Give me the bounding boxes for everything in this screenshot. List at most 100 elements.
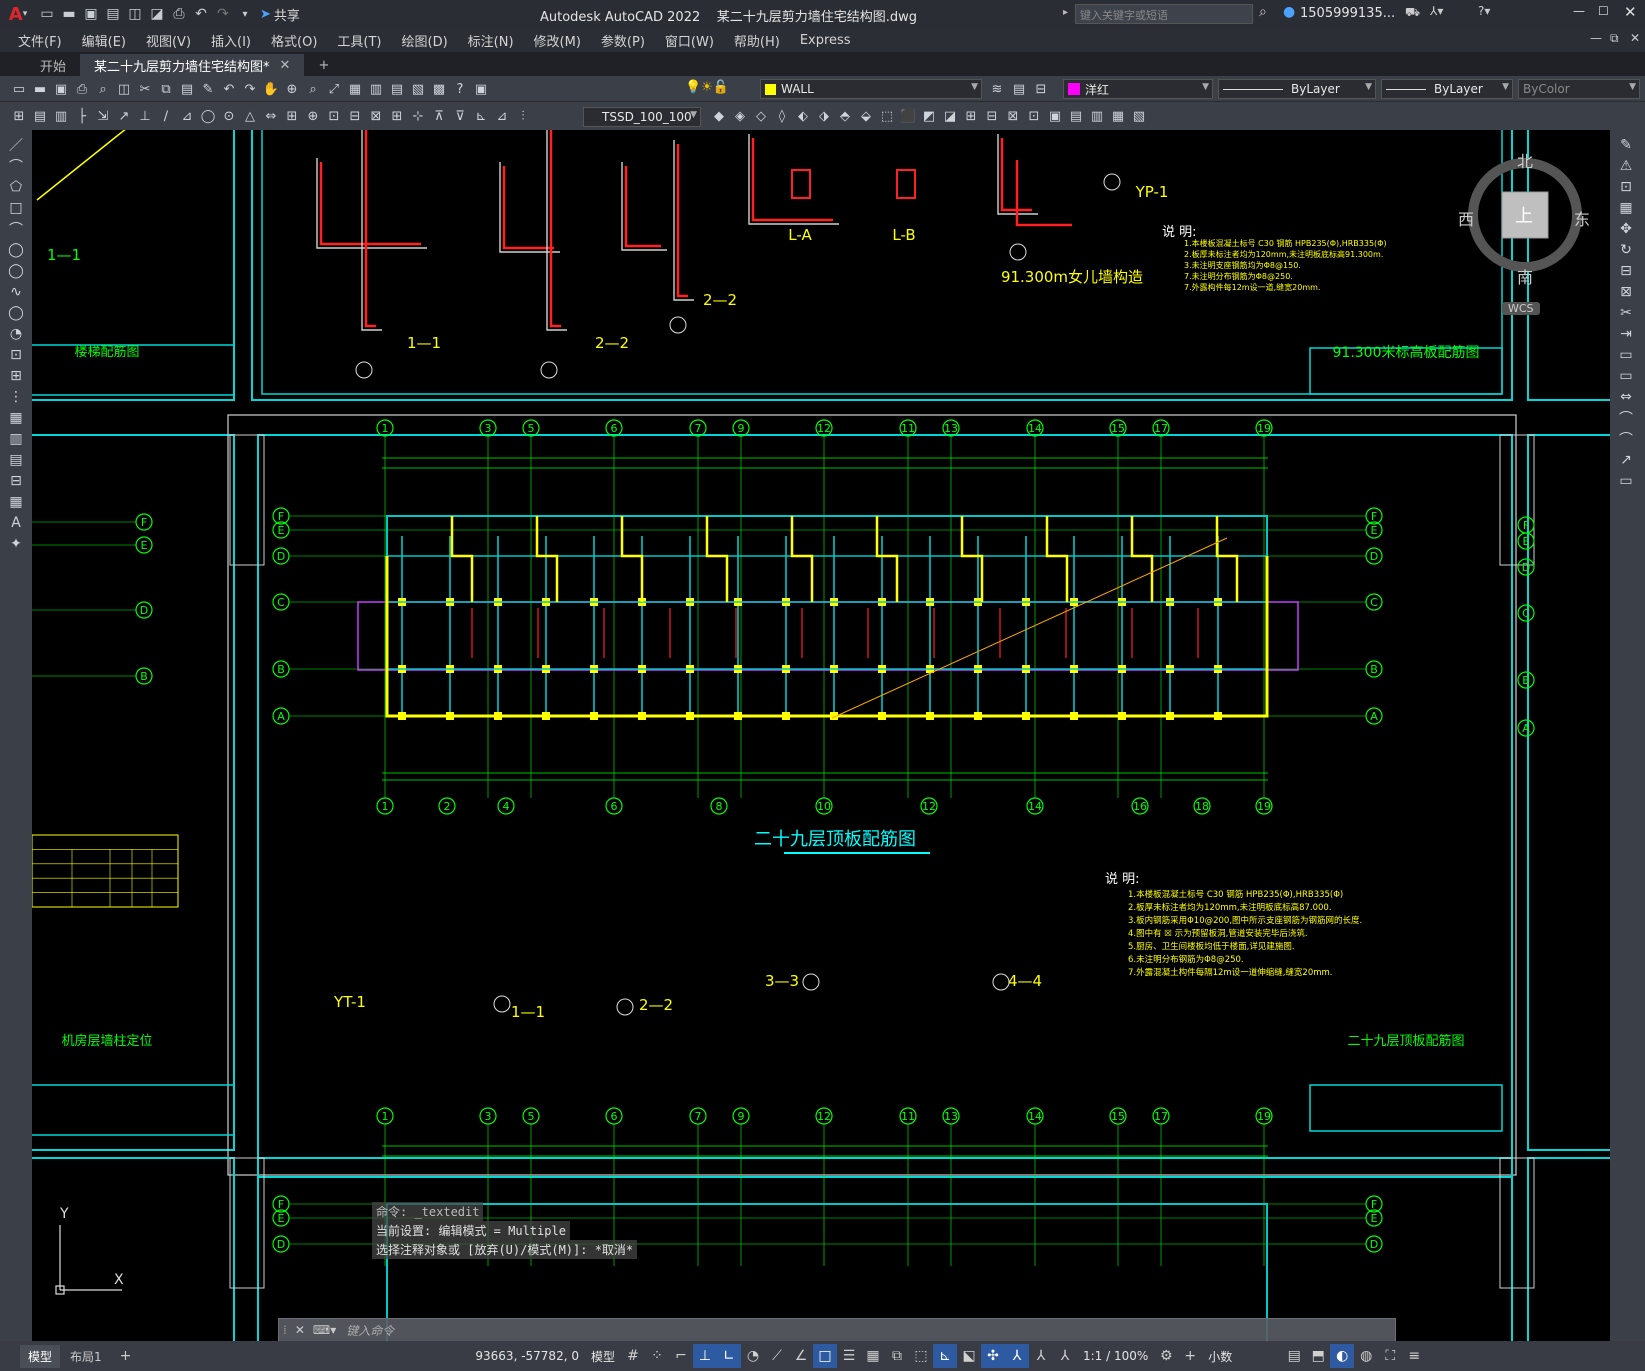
dim-20-icon[interactable]: ⊼ [430,107,448,125]
viewcube-top-face[interactable]: 上 [1515,202,1533,228]
dim-18-icon[interactable]: ⊞ [388,107,406,125]
mod-14-icon[interactable]: ⊠ [1004,107,1022,125]
modify-6-icon[interactable]: ⊟ [1610,260,1642,282]
infer-constraints-icon[interactable]: ⌐ [669,1344,693,1368]
mod-19-icon[interactable]: ▦ [1109,107,1127,125]
menu-help[interactable]: 帮助(H) [724,31,790,50]
menu-format[interactable]: 格式(O) [261,31,327,50]
mod-12-icon[interactable]: ⊞ [962,107,980,125]
grid-icon[interactable]: # [621,1344,645,1368]
menu-insert[interactable]: 插入(I) [201,31,261,50]
draw-15-icon[interactable]: ▤ [0,449,32,471]
modify-15-icon[interactable]: ↗ [1610,449,1642,471]
std-17-icon[interactable]: ▥ [367,80,385,98]
modify-10-icon[interactable]: ▭ [1610,344,1642,366]
mod-16-icon[interactable]: ▣ [1046,107,1064,125]
command-line[interactable]: ⁞ ✕ ⌨▾ 键入命令 [278,1318,1396,1341]
mod-9-icon[interactable]: ⬛ [899,107,917,125]
annotation-scale-dropdown[interactable]: 1:1 / 100% [1077,1341,1154,1371]
dim-9-icon[interactable]: ◯ [199,107,217,125]
plot-icon[interactable]: ⎙ [168,3,190,25]
clean-screen-icon[interactable]: ⛶ [1378,1344,1402,1368]
user-account[interactable]: 1505999135... [1300,6,1395,21]
open-file-icon[interactable]: ▬ [58,3,80,25]
dim-11-icon[interactable]: △ [241,107,259,125]
modify-11-icon[interactable]: ▭ [1610,365,1642,387]
dim-10-icon[interactable]: ⊙ [220,107,238,125]
dim-3-icon[interactable]: ├ [73,107,91,125]
isolate-objects-icon[interactable]: ◐ [1330,1344,1355,1368]
std-20-icon[interactable]: ▩ [430,80,448,98]
open-web-icon[interactable]: ◫ [124,3,146,25]
coordinates-readout[interactable]: 93663, -57782, 0 [469,1341,585,1371]
modify-16-icon[interactable]: ▭ [1610,470,1642,492]
drawing-canvas[interactable]: 楼梯配筋图 1—1 91.300米标高板配筋图 91.300m女儿墙构造说 明: 1.本… [32,130,1610,1341]
save-icon[interactable]: ▣ [80,3,102,25]
menu-parametric[interactable]: 参数(P) [591,31,655,50]
std-9-icon[interactable]: ✎ [199,80,217,98]
draw-17-icon[interactable]: ▦ [0,491,32,513]
draw-1-icon[interactable]: ⌒ [0,155,32,177]
mod-1-icon[interactable]: ◈ [731,107,749,125]
modify-5-icon[interactable]: ↻ [1610,239,1642,261]
model-space-button[interactable]: 模型 [585,1341,621,1371]
tab-document[interactable]: 某二十九层剪力墙住宅结构图* ✕ [80,54,305,76]
object-snap-tracking-icon[interactable]: ∠ [789,1344,813,1368]
annotation-scale-icon[interactable]: ⅄ [1053,1344,1077,1368]
std-3-icon[interactable]: ⎙ [73,80,91,98]
doc-close-button[interactable]: ✕ [1630,31,1640,45]
mod-7-icon[interactable]: ⬙ [857,107,875,125]
modify-13-icon[interactable]: ⌒ [1610,407,1642,429]
dim-19-icon[interactable]: ⊹ [409,107,427,125]
modify-2-icon[interactable]: ⊡ [1610,176,1642,198]
doc-restore-button[interactable]: ⧉ [1610,31,1619,46]
draw-18-icon[interactable]: A [0,512,32,534]
search-icon[interactable]: ⌕ [1259,4,1267,20]
dim-2-icon[interactable]: ▥ [52,107,70,125]
draw-10-icon[interactable]: ⊡ [0,344,32,366]
selection-filter-icon[interactable]: ⬕ [957,1344,981,1368]
std-6-icon[interactable]: ✂ [136,80,154,98]
mod-3-icon[interactable]: ◊ [773,107,791,125]
viewcube-west[interactable]: 西 [1458,206,1474,230]
draw-19-icon[interactable]: ✦ [0,533,32,555]
units-dropdown[interactable]: 小数 [1202,1341,1282,1371]
polar-icon[interactable]: ◔ [741,1344,765,1368]
graphics-performance-icon[interactable]: ◍ [1354,1344,1378,1368]
mod-5-icon[interactable]: ⬗ [815,107,833,125]
minimize-button[interactable]: — [1573,4,1585,18]
modify-8-icon[interactable]: ✂ [1610,302,1642,324]
isodraft-icon[interactable]: ⟋ [765,1344,789,1368]
quick-properties-icon[interactable]: ▤ [1282,1344,1306,1368]
mod-17-icon[interactable]: ▤ [1067,107,1085,125]
selection-cycling-icon[interactable]: ⧉ [885,1344,909,1368]
draw-8-icon[interactable]: ◯ [0,302,32,324]
connect-icon[interactable]: ⅄▾ [1430,4,1443,18]
customize-statusbar-icon[interactable]: ≡ [1402,1344,1426,1368]
customize-qat-icon[interactable]: ▾ [234,3,256,25]
std-15-icon[interactable]: ⤢ [325,80,343,98]
new-tab-button[interactable]: + [304,54,343,76]
wcs-menu[interactable]: WCS [1502,302,1540,315]
draw-5-icon[interactable]: ◯ [0,239,32,261]
save-as-icon[interactable]: ▤ [102,3,124,25]
modify-3-icon[interactable]: ▦ [1610,197,1642,219]
menu-express[interactable]: Express [790,33,861,48]
search-arrow-icon[interactable]: ▸ [1063,7,1068,18]
mod-20-icon[interactable]: ▧ [1130,107,1148,125]
menu-window[interactable]: 窗口(W) [655,31,724,50]
draw-4-icon[interactable]: ⌒ [0,218,32,240]
draw-0-icon[interactable]: ／ [0,134,32,156]
snap-icon[interactable]: ⁘ [645,1344,669,1368]
tab-close-icon[interactable]: ✕ [280,58,291,73]
tab-layout1[interactable]: 布局1 [60,1345,112,1368]
mod-13-icon[interactable]: ⊟ [983,107,1001,125]
std-21-icon[interactable]: ? [451,80,469,98]
dim-13-icon[interactable]: ⊞ [283,107,301,125]
mod-4-icon[interactable]: ⬖ [794,107,812,125]
dim-8-icon[interactable]: ⊿ [178,107,196,125]
command-input[interactable]: 键入命令 [340,1322,394,1339]
dynamic-ucs-icon[interactable]: ⊾ [932,1344,957,1368]
menu-modify[interactable]: 修改(M) [524,31,591,50]
modify-4-icon[interactable]: ✥ [1610,218,1642,240]
